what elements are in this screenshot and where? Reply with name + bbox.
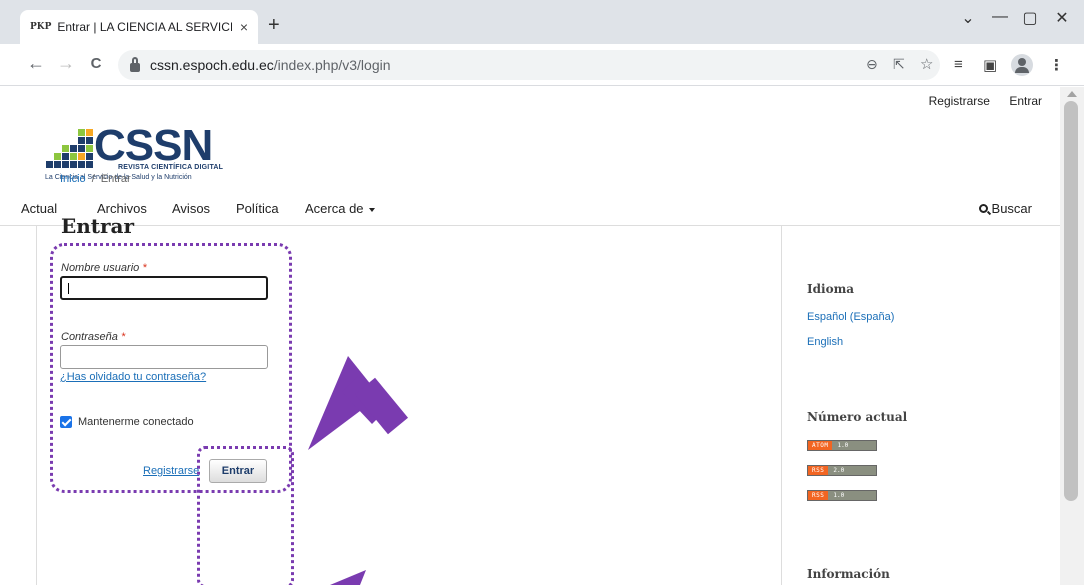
lock-icon (130, 56, 140, 72)
nav-search[interactable]: Buscar (978, 201, 1032, 216)
browser-toolbar: ← → C cssn.espoch.edu.ec/index.php/v3/lo… (0, 44, 1084, 86)
logo-blocks-icon (46, 129, 96, 169)
feed-version: 1.0 (828, 491, 876, 500)
site-logo[interactable]: CSSN REVISTA CIENTÍFICA DIGITAL La Cienc… (32, 119, 232, 181)
maximize-icon[interactable]: ▢ (1020, 8, 1040, 28)
rss1-feed-badge[interactable]: RSS 1.0 (807, 490, 877, 501)
feed-version: 1.0 (832, 441, 876, 450)
nav-search-label: Buscar (991, 201, 1032, 216)
tab-search-dropdown-icon[interactable]: ⌄ (958, 8, 978, 28)
feed-version: 2.0 (828, 466, 876, 475)
menu-icon[interactable]: ⋮ (1049, 56, 1064, 74)
nav-policy[interactable]: Política (236, 201, 279, 216)
main-nav: Actual Archivos Avisos Política Acerca d… (0, 201, 1060, 223)
browser-tab-bar: PKP Entrar | LA CIENCIA AL SERVICIO × + … (0, 0, 1084, 44)
annotation-arrow-icon (308, 356, 409, 450)
scroll-thumb[interactable] (1064, 101, 1078, 501)
language-heading: Idioma (807, 282, 855, 296)
bookmark-star-icon[interactable]: ☆ (920, 55, 933, 73)
language-spanish[interactable]: Español (España) (807, 311, 894, 323)
reading-list-icon[interactable]: ≡ (954, 56, 963, 73)
url-domain: cssn.espoch.edu.ec (150, 57, 274, 73)
rss2-feed-badge[interactable]: RSS 2.0 (807, 465, 877, 476)
atom-feed-badge[interactable]: ATOM 1.0 (807, 440, 877, 451)
forward-arrow-icon[interactable]: → (56, 53, 76, 74)
scroll-up-arrow-icon[interactable] (1067, 91, 1077, 97)
caret-down-icon (368, 207, 375, 212)
browser-tab[interactable]: PKP Entrar | LA CIENCIA AL SERVICIO × (20, 10, 258, 44)
back-arrow-icon[interactable]: ← (26, 53, 46, 74)
address-bar[interactable]: cssn.espoch.edu.ec/index.php/v3/login ⊖ … (118, 50, 940, 80)
share-icon[interactable]: ⇱ (893, 56, 905, 73)
profile-icon[interactable] (1011, 54, 1033, 76)
tab-close-icon[interactable]: × (240, 19, 248, 35)
page-title: Entrar (61, 214, 135, 238)
feed-type: RSS (808, 491, 829, 500)
new-tab-button[interactable]: + (268, 14, 280, 37)
feed-type: RSS (808, 466, 829, 475)
pkp-favicon-icon: PKP (30, 22, 52, 32)
nav-about[interactable]: Acerca de (305, 201, 375, 216)
nav-current[interactable]: Actual (21, 201, 57, 216)
breadcrumb-current: Entrar (100, 173, 131, 185)
login-link[interactable]: Entrar (1009, 94, 1042, 108)
side-panel-icon[interactable]: ▣ (983, 56, 997, 74)
current-issue-heading: Número actual (807, 410, 908, 424)
minimize-icon[interactable]: — (990, 8, 1010, 26)
zoom-icon[interactable]: ⊖ (866, 56, 878, 73)
button-highlight-box (197, 446, 294, 585)
nav-about-label: Acerca de (305, 201, 364, 216)
annotation-arrow-2-icon (330, 570, 366, 585)
page-scrollbar[interactable] (1060, 87, 1084, 585)
logo-subtitle: REVISTA CIENTÍFICA DIGITAL (118, 164, 224, 171)
language-english[interactable]: English (807, 336, 843, 348)
breadcrumb-home[interactable]: Inicio (60, 173, 86, 185)
window-close-icon[interactable]: ✕ (1052, 8, 1072, 28)
feed-type: ATOM (808, 441, 833, 450)
info-heading: Información (807, 567, 890, 581)
breadcrumb: Inicio / Entrar (60, 173, 131, 185)
user-nav: Registrarse Entrar (913, 94, 1042, 108)
url-path: /index.php/v3/login (273, 57, 391, 73)
nav-notices[interactable]: Avisos (172, 201, 210, 216)
search-icon (978, 204, 988, 213)
breadcrumb-separator: / (91, 173, 95, 185)
reload-icon[interactable]: C (86, 55, 106, 72)
register-link[interactable]: Registrarse (929, 94, 990, 108)
tab-title: Entrar | LA CIENCIA AL SERVICIO (57, 20, 232, 34)
